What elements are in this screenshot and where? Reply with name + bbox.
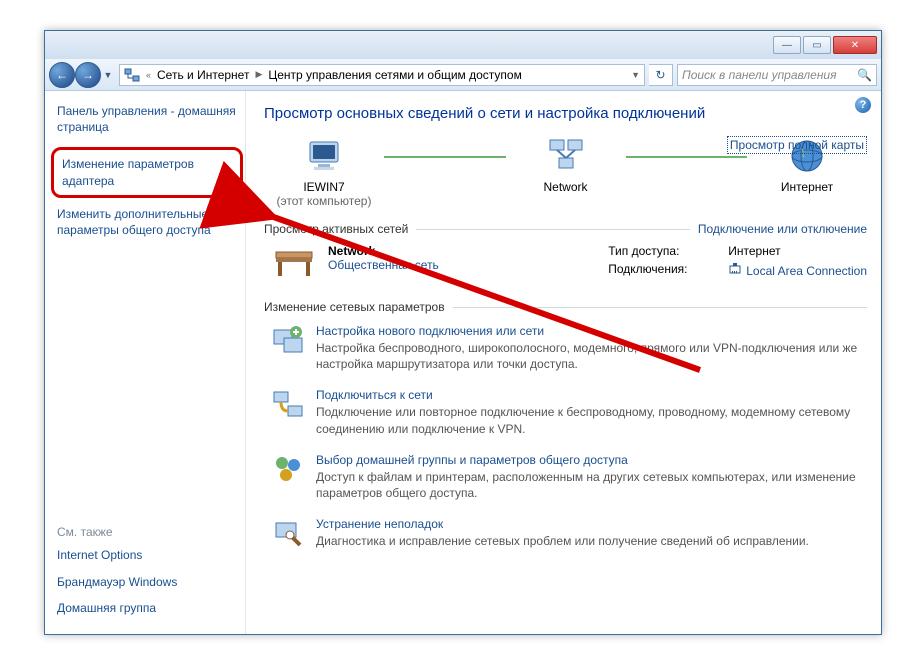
node-this-pc: IEWIN7 (этот компьютер) <box>264 136 384 208</box>
forward-button[interactable]: → <box>75 62 101 88</box>
section-change-settings: Изменение сетевых параметров <box>264 300 867 314</box>
access-type-label: Тип доступа: <box>608 244 718 258</box>
main-content: ? Просмотр основных сведений о сети и на… <box>245 91 881 634</box>
sidebar-item-internet-options[interactable]: Internet Options <box>57 547 237 563</box>
search-placeholder: Поиск в панели управления <box>682 68 837 82</box>
search-icon: 🔍 <box>857 68 872 82</box>
page-title: Просмотр основных сведений о сети и наст… <box>264 105 867 122</box>
network-type-link[interactable]: Общественная сеть <box>328 258 548 272</box>
control-panel-window: — ▭ ✕ ← → ▼ « Сеть и Интернет ▶ Центр уп… <box>44 30 882 635</box>
section-active-networks: Просмотр активных сетей Подключение или … <box>264 222 867 236</box>
task-title-link[interactable]: Подключиться к сети <box>316 388 867 402</box>
connections-label: Подключения: <box>608 262 718 279</box>
active-network-entry: Network Общественная сеть Тип доступа: И… <box>264 238 867 286</box>
sidebar-item-adapter-settings[interactable]: Изменение параметров адаптера <box>62 156 232 188</box>
sidebar-item-firewall[interactable]: Брандмауэр Windows <box>57 574 237 590</box>
annotation-highlight: Изменение параметров адаптера <box>51 147 243 197</box>
task-title-link[interactable]: Устранение неполадок <box>316 517 809 531</box>
task-new-connection: Настройка нового подключения или сети На… <box>264 316 867 380</box>
network-name: Network <box>328 244 548 258</box>
maximize-button[interactable]: ▭ <box>803 36 831 54</box>
breadcrumb-item-network[interactable]: Сеть и Интернет <box>157 68 249 82</box>
task-description: Подключение или повторное подключение к … <box>316 404 867 436</box>
section-label: Изменение сетевых параметров <box>264 300 445 314</box>
task-troubleshoot: Устранение неполадок Диагностика и испра… <box>264 509 867 557</box>
bench-icon <box>272 244 316 280</box>
network-map: IEWIN7 (этот компьютер) Network Интернет <box>264 136 867 208</box>
sidebar-item-homegroup[interactable]: Домашняя группа <box>57 600 237 616</box>
close-button[interactable]: ✕ <box>833 36 877 54</box>
search-input[interactable]: Поиск в панели управления 🔍 <box>677 64 877 86</box>
breadcrumb-dropdown[interactable]: ▼ <box>631 70 640 80</box>
node-pc-sub: (этот компьютер) <box>264 194 384 208</box>
new-connection-icon <box>272 324 304 356</box>
network-icon <box>124 67 140 83</box>
section-label: Просмотр активных сетей <box>264 222 408 236</box>
network-details: Тип доступа: Интернет Подключения: Local… <box>608 244 867 279</box>
task-homegroup-sharing: Выбор домашней группы и параметров общег… <box>264 445 867 509</box>
sidebar: Панель управления - домашняя страница Из… <box>45 91 245 634</box>
ethernet-icon <box>728 262 742 279</box>
node-network: Network <box>506 136 626 194</box>
task-title-link[interactable]: Выбор домашней группы и параметров общег… <box>316 453 867 467</box>
task-description: Диагностика и исправление сетевых пробле… <box>316 533 809 549</box>
control-panel-home-link[interactable]: Панель управления - домашняя страница <box>57 103 237 135</box>
troubleshoot-icon <box>272 517 304 549</box>
navigation-bar: ← → ▼ « Сеть и Интернет ▶ Центр управлен… <box>45 59 881 91</box>
breadcrumb-chevrons[interactable]: « <box>144 70 153 80</box>
connection-name: Local Area Connection <box>746 264 867 278</box>
node-internet-name: Интернет <box>747 180 867 194</box>
breadcrumb-item-sharing-center[interactable]: Центр управления сетями и общим доступом <box>268 68 522 82</box>
connect-network-icon <box>272 388 304 420</box>
task-title-link[interactable]: Настройка нового подключения или сети <box>316 324 867 338</box>
node-network-name: Network <box>506 180 626 194</box>
network-info: Network Общественная сеть <box>328 244 548 272</box>
window-body: Панель управления - домашняя страница Из… <box>45 91 881 634</box>
task-description: Доступ к файлам и принтерам, расположенн… <box>316 469 867 501</box>
recent-locations-dropdown[interactable]: ▼ <box>101 62 115 88</box>
sidebar-item-advanced-sharing[interactable]: Изменить дополнительные параметры общего… <box>57 206 237 238</box>
homegroup-icon <box>272 453 304 485</box>
help-icon[interactable]: ? <box>855 97 871 113</box>
minimize-button[interactable]: — <box>773 36 801 54</box>
connect-disconnect-link[interactable]: Подключение или отключение <box>698 222 867 236</box>
see-also-header: См. также <box>57 525 237 539</box>
computer-icon <box>304 136 344 176</box>
titlebar: — ▭ ✕ <box>45 31 881 59</box>
breadcrumb-separator: ▶ <box>253 69 264 80</box>
task-connect-network: Подключиться к сети Подключение или повт… <box>264 380 867 444</box>
refresh-button[interactable]: ↻ <box>649 64 673 86</box>
nav-arrows: ← → ▼ <box>49 62 115 88</box>
back-button[interactable]: ← <box>49 62 75 88</box>
node-connector <box>384 156 506 158</box>
access-type-value: Интернет <box>728 244 867 258</box>
breadcrumb[interactable]: « Сеть и Интернет ▶ Центр управления сет… <box>119 64 645 86</box>
node-pc-name: IEWIN7 <box>264 180 384 194</box>
connection-link[interactable]: Local Area Connection <box>728 262 867 279</box>
node-connector <box>626 156 748 158</box>
task-description: Настройка беспроводного, широкополосного… <box>316 340 867 372</box>
network-hub-icon <box>546 136 586 176</box>
view-full-map-link[interactable]: Просмотр полной карты <box>727 136 867 154</box>
